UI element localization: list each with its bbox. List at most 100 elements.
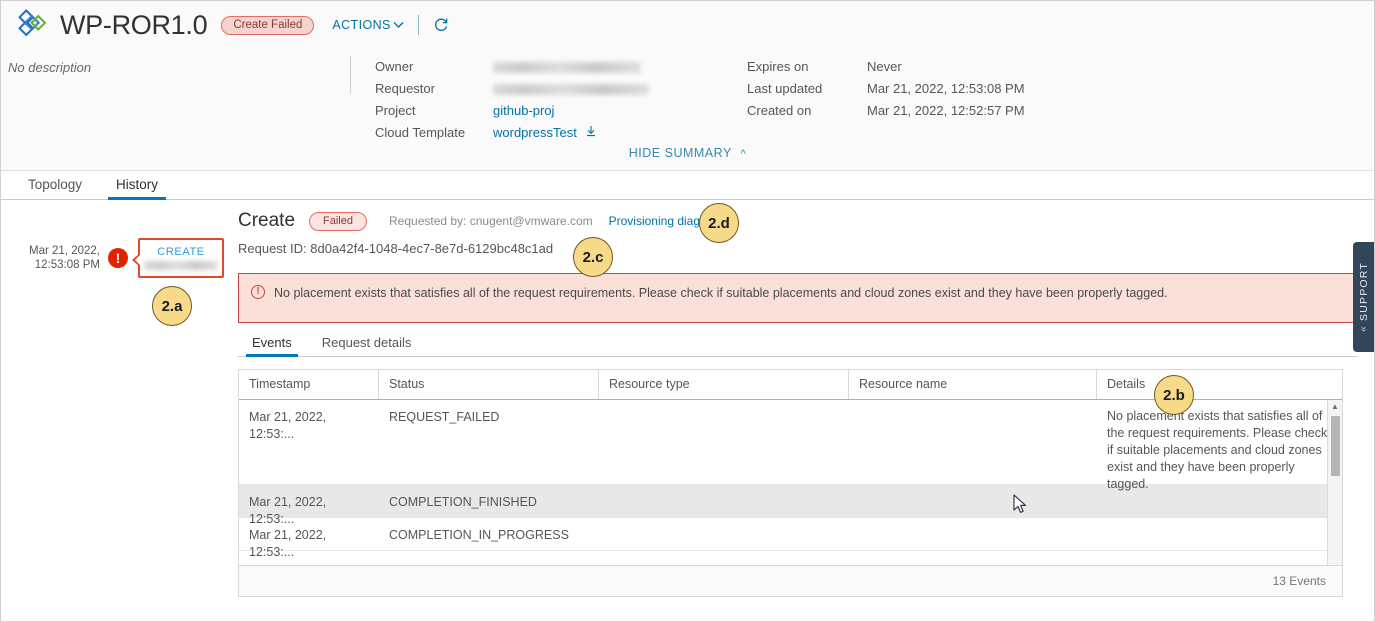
timeline-column: Mar 21, 2022, 12:53:08 PM ! CREATE [0,200,238,615]
event-count-label: 13 Events [1272,574,1326,588]
field-requestor: Requestor [375,78,649,100]
alert-info-icon: ! [251,285,265,299]
cell-details [1097,485,1342,517]
chevron-up-icon: ^ [740,148,747,160]
field-label: Owner [375,59,414,74]
timeline-card-label: CREATE [157,246,205,258]
timeline-date-line1: Mar 21, 2022, [29,245,100,257]
table-row[interactable]: Mar 21, 2022, 12:53:... COMPLETION_IN_PR… [239,518,1342,559]
title-row: WP-ROR1.0 Create Failed ACTIONS [0,0,1375,42]
table-row[interactable]: Mar 21, 2022, 12:53:... COMPLETION_FINIS… [239,485,1342,526]
field-label: Project [375,103,416,118]
refresh-icon[interactable] [433,17,449,33]
actions-label: ACTIONS [332,18,391,32]
field-label: Created on [747,103,812,118]
download-icon[interactable] [585,125,597,140]
alert-message: No placement exists that satisfies all o… [274,286,1168,300]
cell-resource-type [599,400,849,484]
field-created-on: Created on Mar 21, 2022, 12:52:57 PM [747,100,1025,122]
project-link[interactable]: github-proj [493,100,554,122]
table-vertical-scrollbar[interactable]: ▲ ▼ [1327,400,1342,565]
annotation-2b: 2.b [1154,375,1194,415]
hide-summary-toggle[interactable]: HIDE SUMMARY ^ [0,146,1375,160]
deployment-header: WP-ROR1.0 Create Failed ACTIONS No descr… [0,0,1375,170]
field-expires-on: Expires on Never [747,56,1025,78]
annotation-2a: 2.a [152,286,192,326]
cloud-template-link[interactable]: wordpressTest [493,122,597,144]
cell-timestamp: Mar 21, 2022, 12:53:... [249,495,327,526]
field-value: Mar 21, 2022, 12:53:08 PM [867,81,1025,96]
request-detail-header: Create Failed Requested by: cnugent@vmwa… [238,210,1357,232]
cell-timestamp: Mar 21, 2022, 12:53:... [249,528,327,559]
chevron-down-icon [393,18,404,32]
column-header-resource-type[interactable]: Resource type [599,370,849,399]
annotation-2d: 2.d [699,203,739,243]
cell-resource-name [849,518,1097,550]
timeline-date-line2: 12:53:08 PM [34,259,100,271]
timeline-entry[interactable]: Mar 21, 2022, 12:53:08 PM ! CREATE [0,238,238,278]
cell-status: COMPLETION_IN_PROGRESS [389,528,569,542]
description-text: No description [8,60,92,75]
field-project: Project github-proj [375,100,649,122]
cell-details: No placement exists that satisfies all o… [1107,409,1328,491]
timeline-card-create[interactable]: CREATE [132,238,224,278]
summary-panel: No description Owner Requestor Project g… [0,42,1375,144]
cell-timestamp: Mar 21, 2022, 12:53:... [249,410,327,441]
cell-status: REQUEST_FAILED [389,410,500,424]
tab-request-details[interactable]: Request details [314,335,420,356]
column-header-resource-name[interactable]: Resource name [849,370,1097,399]
error-alert-banner: ! No placement exists that satisfies all… [238,273,1357,323]
field-label: Requestor [375,81,435,96]
toolbar-divider [417,15,419,35]
cell-resource-type [599,518,849,550]
timeline-date: Mar 21, 2022, 12:53:08 PM [0,244,108,272]
application-page: WP-ROR1.0 Create Failed ACTIONS No descr… [0,0,1375,622]
field-label: Last updated [747,81,823,96]
scroll-up-arrow-icon[interactable]: ▲ [1328,400,1342,413]
tab-events[interactable]: Events [244,335,300,357]
cell-status: COMPLETION_FINISHED [389,495,537,509]
request-status-badge: Failed [309,211,367,231]
column-header-status[interactable]: Status [379,370,599,399]
timeline-card-redacted-name [144,261,218,270]
summary-fields-left: Owner Requestor Project github-proj Clou… [351,48,649,144]
main-tabbar: Topology History [0,170,1375,200]
tab-history[interactable]: History [106,177,168,200]
cell-resource-type [599,485,849,517]
field-label: Expires on [747,59,809,74]
field-cloud-template: Cloud Template wordpressTest [375,122,649,144]
column-header-details[interactable]: Details [1097,370,1342,399]
requested-by-text: Requested by: cnugent@vmware.com [389,214,593,228]
annotation-2c: 2.c [573,237,613,277]
field-value-redacted [493,56,641,78]
request-id-text: Request ID: 8d0a42f4-1048-4ec7-8e7d-6129… [238,241,554,256]
support-tab-label: « SUPPORT [1358,262,1370,332]
cell-resource-name [849,485,1097,517]
tab-topology[interactable]: Topology [18,177,92,199]
request-title: Create [238,210,296,231]
summary-fields-right: Expires on Never Last updated Mar 21, 20… [649,48,1025,144]
cloud-template-name: wordpressTest [493,125,577,140]
field-value-redacted [493,78,649,100]
field-label: Cloud Template [375,125,466,140]
field-owner: Owner [375,56,649,78]
cell-resource-name [849,400,1097,484]
cell-details [1097,518,1342,550]
actions-menu-button[interactable]: ACTIONS [332,18,404,32]
page-title: WP-ROR1.0 [60,9,208,40]
support-tab[interactable]: « SUPPORT [1353,242,1375,352]
support-text: SUPPORT [1358,262,1370,322]
request-detail-panel: Create Failed Requested by: cnugent@vmwa… [238,200,1375,615]
field-last-updated: Last updated Mar 21, 2022, 12:53:08 PM [747,78,1025,100]
detail-subtabs: Events Request details [238,335,1357,357]
field-value: Never [867,59,902,74]
column-header-timestamp[interactable]: Timestamp [239,370,379,399]
vmware-diamond-logo-icon [16,9,54,41]
error-icon: ! [108,248,128,268]
status-badge: Create Failed [221,15,315,35]
table-body: Mar 21, 2022, 12:53:... REQUEST_FAILED N… [239,400,1342,565]
hide-summary-label: HIDE SUMMARY [628,146,732,160]
table-footer: 13 Events [239,565,1342,596]
double-chevron-left-icon: « [1358,325,1369,332]
scrollbar-thumb[interactable] [1331,416,1340,476]
